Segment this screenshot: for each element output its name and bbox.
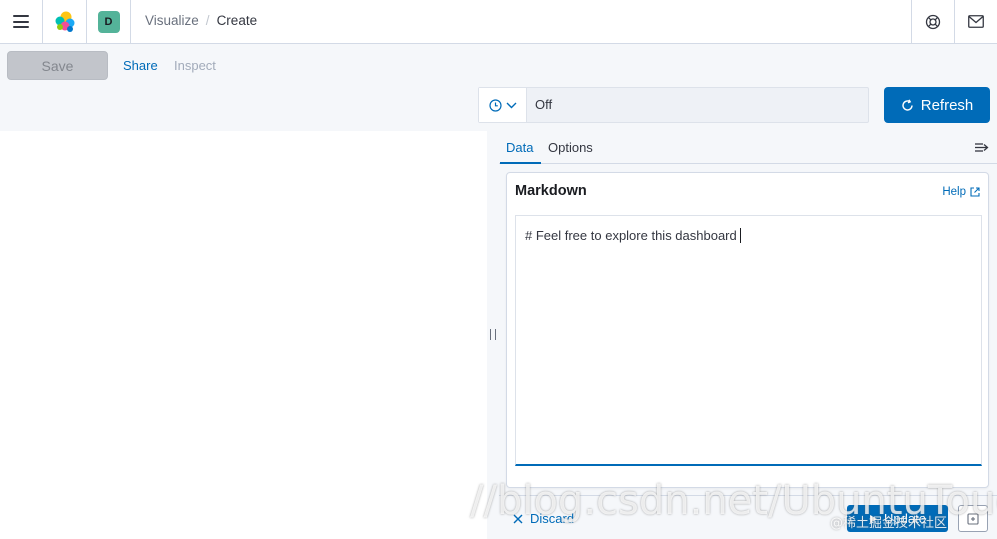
menu-button[interactable] [0, 0, 43, 43]
save-button[interactable]: Save [7, 51, 108, 80]
breadcrumb-visualize[interactable]: Visualize [145, 13, 199, 28]
breadcrumb-separator: / [205, 13, 210, 28]
clock-icon [488, 98, 502, 112]
update-label: Update [884, 511, 926, 526]
refresh-interval-picker: Off [478, 87, 869, 123]
update-button[interactable]: Update [847, 505, 948, 532]
panel-title: Markdown [515, 183, 587, 199]
inspect-link[interactable]: Inspect [174, 58, 216, 73]
mail-icon [968, 15, 984, 28]
help-label: Help [942, 186, 966, 198]
close-icon [513, 514, 523, 523]
help-menu-button[interactable] [911, 0, 954, 43]
help-link[interactable]: Help [942, 186, 980, 198]
app-header: D Visualize / Create [0, 0, 997, 44]
hamburger-menu-icon [13, 15, 29, 28]
play-icon [870, 514, 878, 523]
chevron-down-icon [506, 102, 516, 108]
refresh-interval-value[interactable]: Off [535, 97, 552, 112]
external-link-icon [970, 187, 980, 197]
markdown-text: # Feel free to explore this dashboard [525, 228, 741, 243]
auto-apply-icon [967, 512, 979, 525]
refresh-button[interactable]: Refresh [884, 87, 990, 123]
active-tab-indicator [500, 162, 541, 164]
auto-apply-toggle-button[interactable] [958, 505, 988, 532]
refresh-label: Refresh [920, 96, 974, 114]
visualization-canvas [0, 131, 488, 539]
markdown-editor-panel: Markdown Help # Feel free to explore thi… [506, 172, 989, 488]
share-link[interactable]: Share [123, 58, 158, 73]
resize-grip-icon[interactable] [490, 329, 496, 340]
sidebar-bottom-bar: Discard Update [499, 495, 997, 539]
top-nav-menu: Save Share Inspect Off Refresh [0, 44, 997, 131]
newsfeed-button[interactable] [954, 0, 997, 43]
discard-label: Discard [530, 511, 575, 526]
discard-button[interactable]: Discard [513, 511, 574, 526]
tab-options[interactable]: Options [548, 140, 593, 155]
refresh-icon [902, 98, 913, 111]
tab-data[interactable]: Data [506, 140, 533, 155]
text-cursor [739, 228, 741, 243]
breadcrumb: Visualize / Create [145, 13, 257, 28]
editor-sidebar: Data Options Markdown Help # Feel free t… [499, 131, 997, 539]
elastic-logo-icon [55, 11, 74, 32]
collapse-sidebar-icon[interactable] [974, 142, 989, 153]
help-lifebuoy-icon [925, 14, 941, 29]
home-logo-link[interactable] [43, 0, 87, 43]
markdown-textarea[interactable]: # Feel free to explore this dashboard [515, 215, 982, 466]
space-selector[interactable]: D [87, 0, 131, 43]
sidebar-tabs: Data Options [499, 131, 997, 164]
space-avatar: D [97, 10, 120, 33]
breadcrumb-create: Create [216, 13, 258, 28]
quick-menu-button[interactable] [479, 88, 527, 122]
